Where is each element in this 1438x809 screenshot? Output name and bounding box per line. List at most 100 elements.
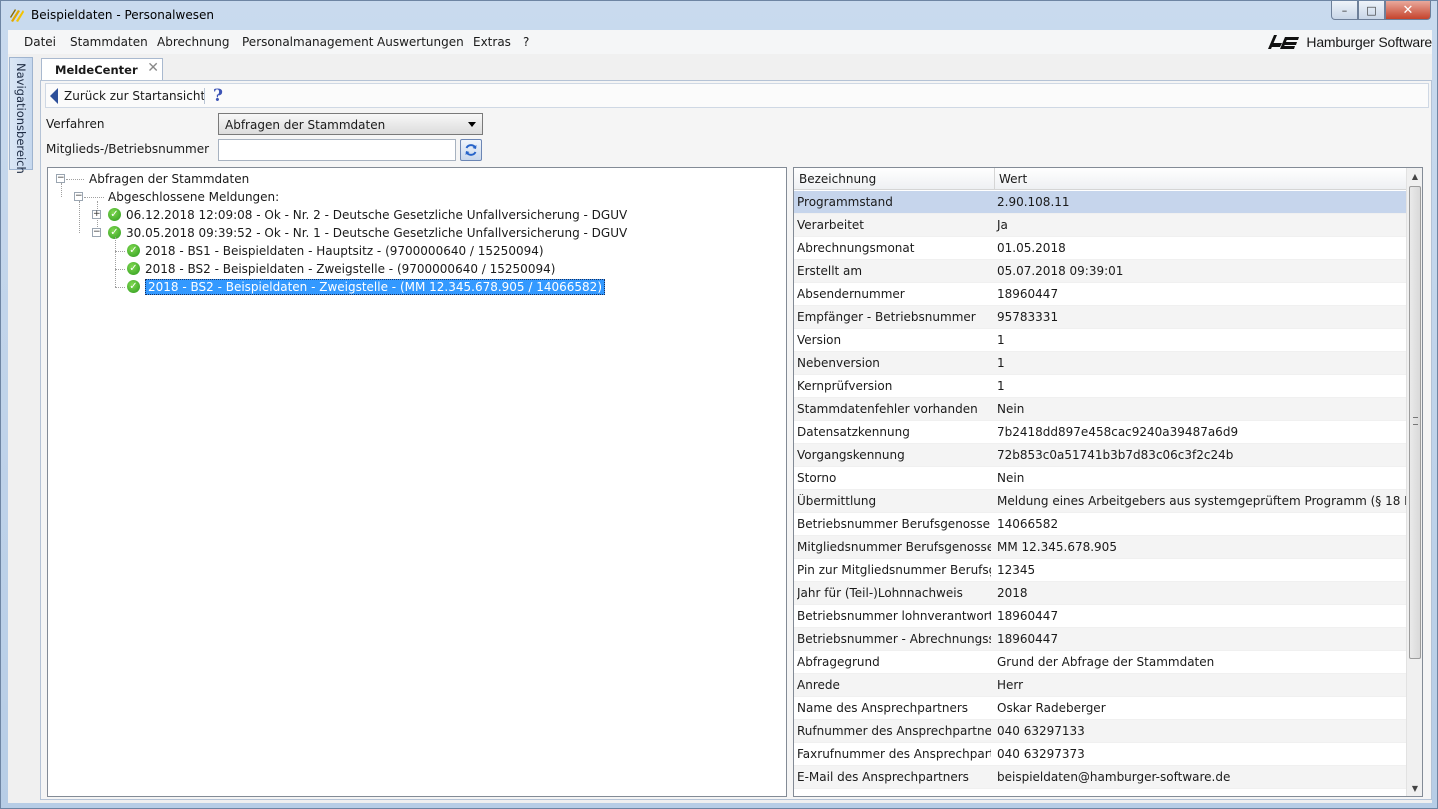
tree-child[interactable]: ✓ 2018 - BS1 - Beispieldaten - Hauptsitz…: [127, 242, 544, 259]
mitglied-input[interactable]: [218, 139, 456, 161]
table-row[interactable]: Betriebsnummer - Abrechnungsst... 1896044…: [794, 628, 1406, 651]
table-row[interactable]: Mitgliedsnummer Berufsgenossen... MM 12.3…: [794, 536, 1406, 559]
tree-group[interactable]: Abgeschlossene Meldungen:: [108, 188, 279, 205]
menu-abrechnung[interactable]: Abrechnung: [157, 35, 230, 49]
cell-wert: 040 63297373: [997, 747, 1085, 761]
collapse-item-icon[interactable]: −: [92, 228, 101, 237]
table-row[interactable]: Betriebsnummer lohnverantworte... 1896044…: [794, 605, 1406, 628]
tree-child-label: 2018 - BS2 - Beispieldaten - Zweigstelle…: [145, 278, 606, 295]
table-row[interactable]: Abfragegrund Grund der Abfrage der Stammd…: [794, 651, 1406, 674]
cell-bezeichnung: Vorgangskennung: [797, 448, 905, 462]
table-row[interactable]: Nebenversion 1: [794, 352, 1406, 375]
scroll-up-icon[interactable]: ▲: [1407, 168, 1422, 184]
back-to-start-button[interactable]: Zurück zur Startansicht: [50, 88, 205, 104]
table-row[interactable]: E-Mail des Ansprechpartners beispieldaten…: [794, 766, 1406, 789]
back-label: Zurück zur Startansicht: [64, 89, 206, 103]
column-header-bezeichnung[interactable]: Bezeichnung: [799, 172, 876, 186]
table-row[interactable]: Pin zur Mitgliedsnummer Berufsge... 12345: [794, 559, 1406, 582]
table-row[interactable]: Verarbeitet Ja: [794, 214, 1406, 237]
cell-wert: 2.90.108.11: [997, 195, 1070, 209]
cell-bezeichnung: Empfänger - Betriebsnummer: [797, 310, 976, 324]
cell-bezeichnung: Kernprüfversion: [797, 379, 893, 393]
table-row[interactable]: Vorgangskennung 72b853c0a51741b3b7d83c06c…: [794, 444, 1406, 467]
cell-wert: MM 12.345.678.905: [997, 540, 1117, 554]
cell-bezeichnung: Verarbeitet: [797, 218, 865, 232]
verfahren-label: Verfahren: [46, 117, 105, 131]
maximize-button[interactable]: □: [1358, 1, 1385, 20]
navigation-area-toggle[interactable]: Navigationsbereich: [9, 57, 33, 174]
table-row[interactable]: Abrechnungsmonat 01.05.2018: [794, 237, 1406, 260]
cell-bezeichnung: Datensatzkennung: [797, 425, 910, 439]
toolbar: Zurück zur Startansicht ?: [45, 83, 1429, 108]
hamburger-software-logo-icon: [1268, 35, 1300, 49]
tab-label: MeldeCenter: [55, 63, 138, 77]
help-icon[interactable]: ?: [213, 86, 223, 106]
cell-wert: 95783331: [997, 310, 1059, 324]
menu-personalmanagement[interactable]: Personalmanagement: [242, 35, 373, 49]
menu-datei[interactable]: Datei: [24, 35, 56, 49]
table-row[interactable]: Version 1: [794, 329, 1406, 352]
table-row[interactable]: Kernprüfversion 1: [794, 375, 1406, 398]
tree-child-selected[interactable]: ✓ 2018 - BS2 - Beispieldaten - Zweigstel…: [127, 278, 606, 295]
tree-connector: [115, 251, 125, 252]
table-row[interactable]: Faxrufnummer des Ansprechpartn... 040 632…: [794, 743, 1406, 766]
collapse-group-icon[interactable]: −: [74, 192, 83, 201]
cell-wert: 01.05.2018: [997, 241, 1066, 255]
table-row[interactable]: Stammdatenfehler vorhanden Nein: [794, 398, 1406, 421]
tree-child-label: 2018 - BS1 - Beispieldaten - Hauptsitz -…: [145, 243, 544, 258]
table-row[interactable]: Erstellt am 05.07.2018 09:39:01: [794, 260, 1406, 283]
table-row[interactable]: Name des Ansprechpartners Oskar Radeberge…: [794, 697, 1406, 720]
table-row[interactable]: Rufnummer des Ansprechpartners 040 632971…: [794, 720, 1406, 743]
cell-wert: 2018: [997, 586, 1028, 600]
table-row[interactable]: Empfänger - Betriebsnummer 95783331: [794, 306, 1406, 329]
tree-item-label: 06.12.2018 12:09:08 - Ok - Nr. 2 - Deuts…: [126, 207, 628, 222]
menu-extras[interactable]: Extras: [473, 35, 511, 49]
tab-close-icon[interactable]: ✕: [147, 60, 159, 76]
tree-connector: [115, 237, 116, 287]
refresh-button[interactable]: [460, 139, 482, 161]
tab-meldecenter[interactable]: MeldeCenter ✕: [41, 58, 163, 80]
expand-item-icon[interactable]: +: [92, 210, 101, 219]
tree-connector: [115, 287, 125, 288]
close-window-button[interactable]: ✕: [1385, 1, 1431, 20]
menu-bar: Datei Stammdaten Abrechnung Personalmana…: [8, 30, 1432, 54]
verfahren-select[interactable]: Abfragen der Stammdaten: [218, 113, 483, 135]
scroll-thumb[interactable]: [1409, 186, 1421, 659]
cell-bezeichnung: Übermittlung: [797, 494, 877, 508]
table-row[interactable]: Programmstand 2.90.108.11: [794, 191, 1406, 214]
table-row[interactable]: Übermittlung Meldung eines Arbeitgebers a…: [794, 490, 1422, 513]
cell-wert: 18960447: [997, 287, 1059, 301]
menu-auswertungen[interactable]: Auswertungen: [377, 35, 464, 49]
mitglied-label: Mitglieds-/Betriebsnummer: [46, 142, 210, 156]
tree-child[interactable]: ✓ 2018 - BS2 - Beispieldaten - Zweigstel…: [127, 260, 555, 277]
cell-wert: Herr: [997, 678, 1024, 692]
menu-stammdaten[interactable]: Stammdaten: [70, 35, 148, 49]
cell-bezeichnung: Name des Ansprechpartners: [797, 701, 969, 715]
column-separator[interactable]: [994, 168, 995, 190]
minimize-button[interactable]: –: [1331, 1, 1358, 20]
tree-item[interactable]: ✓ 30.05.2018 09:39:52 - Ok - Nr. 1 - Deu…: [108, 224, 627, 241]
refresh-icon: [465, 144, 477, 156]
cell-wert: Nein: [997, 471, 1025, 485]
table-row[interactable]: Absendernummer 18960447: [794, 283, 1406, 306]
cell-bezeichnung: Faxrufnummer des Ansprechpartn...: [797, 747, 991, 761]
collapse-root-icon[interactable]: −: [56, 174, 65, 183]
cell-bezeichnung: Programmstand: [797, 195, 893, 209]
scroll-down-icon[interactable]: ▼: [1407, 780, 1422, 796]
tree-root[interactable]: Abfragen der Stammdaten: [89, 170, 249, 187]
check-icon: ✓: [108, 208, 121, 221]
table-row[interactable]: Betriebsnummer Berufsgenossens... 1406658…: [794, 513, 1406, 536]
cell-wert: 1: [997, 379, 1005, 393]
tree-item-label: 30.05.2018 09:39:52 - Ok - Nr. 1 - Deuts…: [126, 225, 628, 240]
table-row[interactable]: Storno Nein: [794, 467, 1406, 490]
title-bar: Beispieldaten - Personalwesen – □ ✕: [1, 1, 1437, 30]
table-row[interactable]: Anrede Herr: [794, 674, 1406, 697]
table-row[interactable]: Datensatzkennung 7b2418dd897e458cac9240a3…: [794, 421, 1406, 444]
tree-item[interactable]: ✓ 06.12.2018 12:09:08 - Ok - Nr. 2 - Deu…: [108, 206, 627, 223]
app-logo-icon: [10, 9, 24, 22]
grid-scrollbar[interactable]: ▲ ▼: [1406, 168, 1422, 796]
menu-help[interactable]: ?: [523, 35, 529, 49]
cell-wert: Nein: [997, 402, 1025, 416]
column-header-wert[interactable]: Wert: [999, 172, 1027, 186]
table-row[interactable]: Jahr für (Teil-)Lohnnachweis 2018: [794, 582, 1406, 605]
